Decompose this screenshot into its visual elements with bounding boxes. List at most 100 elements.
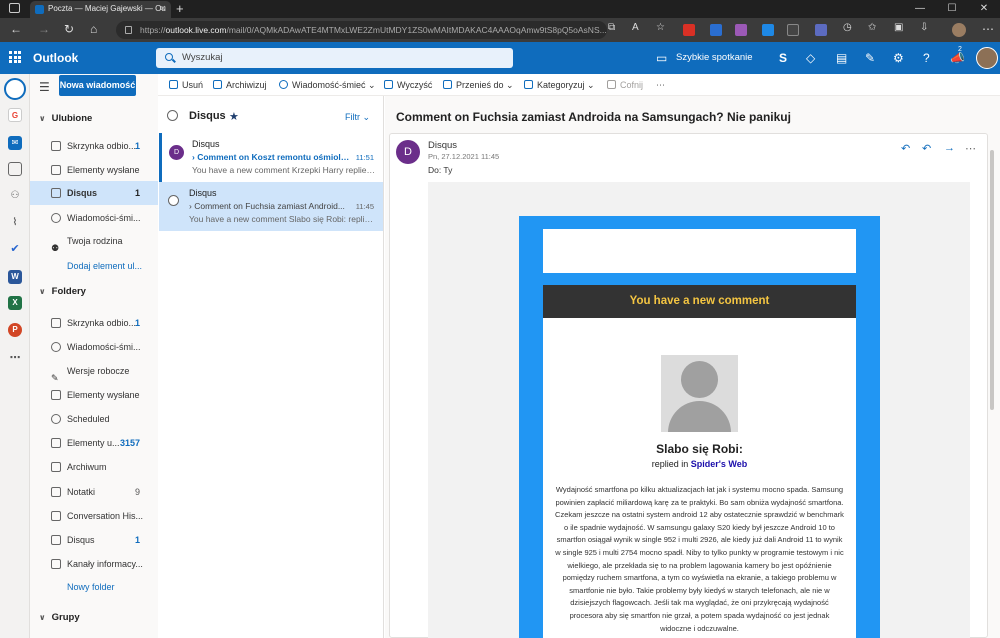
favorite-sent[interactable]: Elementy wysłane xyxy=(30,158,158,182)
favorite-star-icon[interactable]: ☆ xyxy=(656,22,665,33)
delete-button[interactable]: Usuń xyxy=(169,80,203,90)
favorite-junk[interactable]: Wiadomości-śmi... xyxy=(30,206,158,230)
help-icon[interactable]: ? xyxy=(923,51,930,65)
google-icon[interactable]: G xyxy=(8,108,22,122)
my-day-icon[interactable]: ✎ xyxy=(865,51,875,65)
replied-in-label: replied in xyxy=(651,459,689,469)
folders-section[interactable]: ∨ Foldery xyxy=(39,286,86,297)
brand-title[interactable]: Outlook xyxy=(33,51,78,65)
history-icon[interactable]: ◷ xyxy=(843,22,852,33)
browser-menu-icon[interactable]: ⋯ xyxy=(982,22,994,36)
more-apps-icon[interactable]: ⋯ xyxy=(8,351,22,365)
people-icon[interactable]: ⚇ xyxy=(8,189,22,203)
folder-junk[interactable]: Wiadomości-śmi... xyxy=(30,335,158,359)
commenter-avatar[interactable] xyxy=(661,355,738,432)
close-tab-icon[interactable]: ✕ xyxy=(159,1,166,17)
meet-now-button[interactable]: Szybkie spotkanie xyxy=(676,52,753,63)
new-tab-icon[interactable]: + xyxy=(176,0,184,17)
forward-icon[interactable]: → xyxy=(944,142,955,154)
favorite-inbox[interactable]: Skrzynka odbio... 1 xyxy=(30,134,158,158)
downloads-icon[interactable]: ⇩ xyxy=(920,22,928,33)
url-input[interactable]: https://outlook.live.com/mail/0/AQMkADAw… xyxy=(116,21,607,39)
reply-all-icon[interactable]: ↶ xyxy=(922,142,931,155)
folder-inbox[interactable]: Skrzynka odbio... 1 xyxy=(30,311,158,335)
collapse-menu-icon[interactable]: ☰ xyxy=(39,80,50,94)
favorites-section[interactable]: ∨ Ulubione xyxy=(39,113,92,124)
select-checkbox[interactable] xyxy=(168,195,179,206)
sender-name[interactable]: Disqus xyxy=(428,140,457,151)
categorize-button[interactable]: Kategoryzuj ⌄ xyxy=(524,80,595,91)
profile-avatar[interactable] xyxy=(952,23,966,37)
close-window-icon[interactable]: ✕ xyxy=(968,0,1000,18)
teams-icon[interactable]: ▤ xyxy=(836,51,847,65)
sweep-button[interactable]: Wyczyść xyxy=(384,80,432,90)
extension-3-icon[interactable] xyxy=(735,24,747,36)
groups-section[interactable]: ∨ Grupy xyxy=(39,612,80,623)
word-icon[interactable]: W xyxy=(8,270,22,284)
folder-drafts[interactable]: ✎ Wersje robocze xyxy=(30,359,158,383)
extension-5-icon[interactable] xyxy=(787,24,799,36)
undo-button[interactable]: Cofnij xyxy=(607,80,643,90)
favorite-family[interactable]: ⚉ Twoja rodzina xyxy=(30,229,158,253)
extension-2-icon[interactable] xyxy=(710,24,722,36)
folder-count: 1 xyxy=(134,188,140,198)
back-icon[interactable]: ← xyxy=(10,22,22,36)
minimize-icon[interactable]: — xyxy=(904,0,936,18)
move-to-button[interactable]: Przenieś do ⌄ xyxy=(443,80,514,91)
folder-deleted[interactable]: Elementy u... 3157 xyxy=(30,431,158,455)
folder-rss[interactable]: Kanały informacy... xyxy=(30,552,158,576)
add-favorite-link[interactable]: Dodaj element ul... xyxy=(67,261,142,271)
extension-1-icon[interactable] xyxy=(683,24,695,36)
more-actions-icon[interactable]: ⋯ xyxy=(965,142,976,155)
collections-icon[interactable]: ▣ xyxy=(894,22,903,33)
settings-gear-icon[interactable]: ⚙ xyxy=(893,51,904,65)
refresh-icon[interactable]: ↻ xyxy=(64,22,74,36)
extension-4-icon[interactable] xyxy=(762,24,774,36)
app-launcher-icon[interactable] xyxy=(9,51,21,63)
maximize-icon[interactable]: ☐ xyxy=(936,0,968,18)
mail-icon[interactable]: ✉ xyxy=(8,136,22,150)
read-aloud-icon[interactable]: A xyxy=(632,22,639,33)
more-commands-icon[interactable]: ⋯ xyxy=(656,80,665,91)
forward-icon[interactable]: → xyxy=(38,22,50,36)
folder-archive[interactable]: Archiwum xyxy=(30,455,158,479)
tab-actions-icon[interactable] xyxy=(9,3,20,13)
powerpoint-icon[interactable]: P xyxy=(8,323,22,337)
search-input[interactable]: Wyszukaj xyxy=(156,48,513,68)
new-folder-link[interactable]: Nowy folder xyxy=(67,582,115,592)
folder-count: 3157 xyxy=(119,438,140,448)
app-available-icon[interactable]: ⧉ xyxy=(608,22,615,33)
folder-conversation-history[interactable]: Conversation His... xyxy=(30,504,158,528)
home-icon[interactable]: ⌂ xyxy=(90,22,97,36)
skype-icon[interactable]: S xyxy=(779,51,787,65)
folder-sent[interactable]: Elementy wysłane xyxy=(30,383,158,407)
excel-icon[interactable]: X xyxy=(8,296,22,310)
attachment-icon[interactable]: ⌇ xyxy=(8,216,22,230)
reply-icon[interactable]: ↶ xyxy=(901,142,910,155)
select-all-checkbox[interactable] xyxy=(167,110,178,121)
video-call-icon[interactable]: ▭ xyxy=(656,51,667,65)
folder-notes[interactable]: Notatki 9 xyxy=(30,480,158,504)
extension-6-icon[interactable] xyxy=(815,24,827,36)
folder-scheduled[interactable]: Scheduled xyxy=(30,407,158,431)
filter-button[interactable]: Filtr ⌄ xyxy=(345,112,370,123)
junk-button[interactable]: Wiadomość-śmieć ⌄ xyxy=(279,80,376,91)
sender-avatar[interactable]: D xyxy=(396,140,420,164)
site-link[interactable]: Spider's Web xyxy=(691,459,748,469)
outlook-app-icon[interactable] xyxy=(4,78,26,100)
browser-tab[interactable]: Poczta — Maciej Gajewski — Ou ✕ xyxy=(30,1,171,18)
folder-disqus[interactable]: Disqus 1 xyxy=(30,528,158,552)
list-item[interactable]: D Disqus › Comment on Koszt remontu ośmi… xyxy=(159,133,383,182)
scrollbar[interactable] xyxy=(990,150,994,410)
account-avatar[interactable] xyxy=(976,47,998,69)
calendar-icon[interactable] xyxy=(8,162,22,176)
archive-button[interactable]: Archiwizuj xyxy=(213,80,267,90)
favorite-star-icon[interactable]: ★ xyxy=(229,110,239,123)
whats-new-icon[interactable]: 📣 xyxy=(950,51,965,65)
todo-check-icon[interactable]: ✔ xyxy=(8,242,22,256)
new-message-button[interactable]: Nowa wiadomość xyxy=(59,75,136,96)
premium-diamond-icon[interactable]: ◇ xyxy=(806,51,815,65)
list-item[interactable]: Disqus › Comment on Fuchsia zamiast Andr… xyxy=(159,182,383,231)
favorite-disqus[interactable]: Disqus 1 xyxy=(30,181,158,205)
favorites-icon[interactable]: ✩ xyxy=(868,22,876,33)
